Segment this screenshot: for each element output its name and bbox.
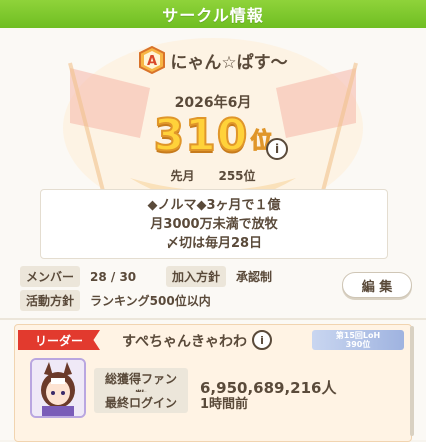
description-line: 〆切は毎月28日 xyxy=(165,235,263,251)
circle-rank-emblem-icon: A xyxy=(139,46,166,74)
league-badge: 第15回LoH 390位 xyxy=(312,330,404,350)
circle-name: にゃん☆ぱす～ xyxy=(170,52,288,73)
activity-policy-value: ランキング500位以内 xyxy=(90,294,211,308)
last-month-label: 先月 xyxy=(170,169,195,183)
members-label: メンバー xyxy=(20,266,81,287)
last-login-value: 1時間前 xyxy=(200,397,249,412)
last-month-rank: 先月 255位 xyxy=(0,167,426,184)
avatar-icon xyxy=(32,360,84,416)
circle-rank: 310 位 xyxy=(0,109,426,162)
join-policy-value: 承認制 xyxy=(236,270,273,284)
leader-name: すぺちゃんきゃわわ xyxy=(122,334,248,350)
last-month-value: 255位 xyxy=(218,169,256,183)
last-login-row: 最終ログイン 1時間前 xyxy=(94,392,248,413)
activity-policy-label: 活動方針 xyxy=(20,290,81,311)
rank-emblem-letter: A xyxy=(147,54,157,69)
activity-row: 活動方針 ランキング500位以内 xyxy=(20,290,211,311)
circle-title: A にゃん☆ぱす～ xyxy=(0,46,426,74)
member-list-scrollbar[interactable] xyxy=(410,326,414,436)
page-header: サークル情報 xyxy=(0,0,426,28)
rank-info-icon[interactable]: i xyxy=(266,138,288,160)
members-value: 28 / 30 xyxy=(90,269,137,284)
section-divider xyxy=(0,318,426,320)
members-row: メンバー 28 / 30 加入方針 承認制 xyxy=(20,266,272,287)
badge-line: 第15回LoH xyxy=(335,331,381,340)
leader-avatar[interactable] xyxy=(30,358,86,418)
edit-button[interactable]: 編 集 xyxy=(342,272,412,298)
leader-tag: リーダー xyxy=(18,330,100,350)
leader-info-icon[interactable]: i xyxy=(252,330,272,350)
badge-line: 390位 xyxy=(345,340,371,349)
circle-description: ◆ノルマ◆3ヶ月で１億 月3000万未満で放牧 〆切は毎月28日 xyxy=(40,189,388,259)
join-policy-label: 加入方針 xyxy=(166,266,227,287)
rank-value: 310 xyxy=(153,109,249,162)
last-login-label: 最終ログイン xyxy=(94,392,188,413)
page-title: サークル情報 xyxy=(162,6,264,25)
description-line: ◆ノルマ◆3ヶ月で１億 xyxy=(147,197,281,213)
description-line: 月3000万未満で放牧 xyxy=(150,216,278,232)
ranking-month: 2026年6月 xyxy=(174,95,252,111)
